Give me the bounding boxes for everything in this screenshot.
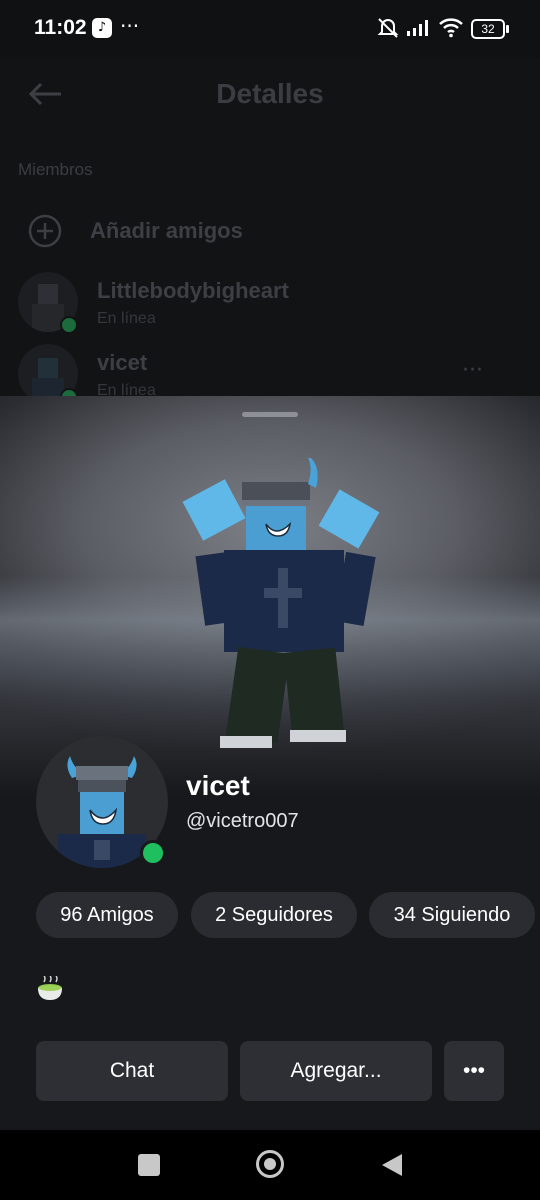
home-icon[interactable]: [256, 1150, 284, 1178]
add-friends-icon[interactable]: [28, 214, 62, 253]
member-row[interactable]: Littlebodybigheart En línea: [0, 272, 540, 342]
status-time: 11:02: [34, 16, 87, 39]
member-more-button[interactable]: ···: [462, 358, 483, 383]
page-title: Detalles: [216, 78, 324, 109]
wifi-icon: [438, 16, 464, 43]
back-icon[interactable]: [380, 1152, 404, 1183]
member-name: vicet: [97, 350, 148, 375]
more-notifications-icon: ···: [120, 14, 140, 38]
member-name: Littlebodybigheart: [97, 278, 289, 303]
chat-button[interactable]: Chat: [36, 1041, 228, 1101]
system-nav-bar: [0, 1130, 540, 1200]
battery-icon: 32: [471, 19, 509, 39]
more-options-button[interactable]: •••: [444, 1041, 504, 1101]
following-count-button[interactable]: 34 Siguiendo: [369, 892, 535, 938]
mute-icon: [376, 17, 400, 44]
member-status: En línea: [97, 310, 156, 327]
matcha-bowl-emoji: [36, 975, 64, 1007]
online-indicator: [60, 316, 78, 334]
avatar-3d-render: [180, 454, 390, 763]
status-bar: 11:02 ♪ ··· 32: [0, 0, 540, 58]
add-friends-button[interactable]: Añadir amigos: [90, 218, 243, 244]
recent-apps-icon[interactable]: [138, 1154, 160, 1176]
details-page: Detalles Miembros Añadir amigos Littlebo…: [0, 58, 540, 406]
profile-sheet: vicet @vicetro007 96 Amigos 2 Seguidores…: [0, 396, 540, 1130]
members-section-label: Miembros: [18, 160, 93, 179]
friends-count-button[interactable]: 96 Amigos: [36, 892, 178, 938]
followers-count-button[interactable]: 2 Seguidores: [191, 892, 357, 938]
online-indicator: [140, 840, 166, 866]
display-name: vicet: [186, 770, 250, 801]
signal-icon: [406, 19, 432, 42]
sheet-drag-handle[interactable]: [242, 412, 298, 417]
username: @vicetro007: [186, 810, 299, 832]
tiktok-icon: ♪: [92, 18, 112, 38]
add-friend-button[interactable]: Agregar...: [240, 1041, 432, 1101]
